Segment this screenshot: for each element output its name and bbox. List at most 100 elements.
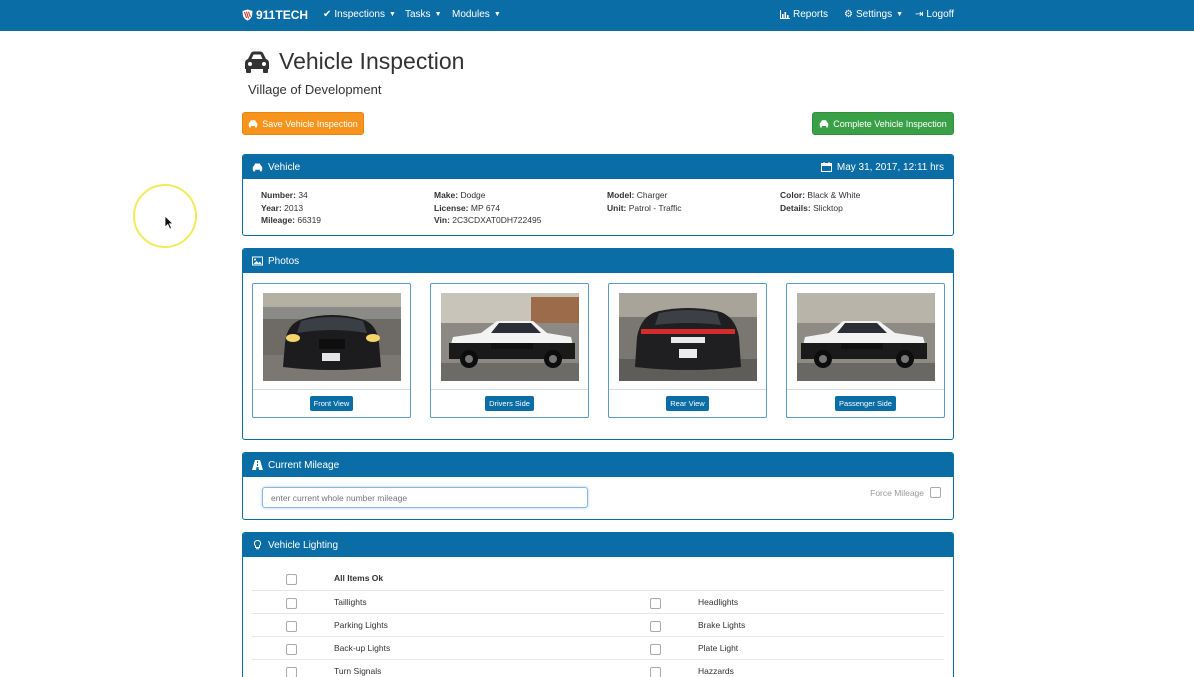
color-value: Black & White: [807, 190, 861, 200]
make-value: Dodge: [460, 190, 486, 200]
vehicle-panel: Vehicle May 31, 2017, 12:11 hrs Number: …: [242, 154, 954, 236]
back-up-lights-checkbox[interactable]: [286, 644, 297, 655]
inspection-date: May 31, 2017, 12:11 hrs: [820, 162, 944, 173]
model-label: Model:: [607, 190, 635, 200]
details-label: Details:: [780, 202, 811, 213]
vehicle-info-col-1: Number: 34 Year: 2013 Mileage: 66319: [261, 189, 321, 227]
photo-card-rear: Rear View: [608, 283, 767, 418]
page-title-text: Vehicle Inspection: [279, 48, 465, 74]
caret-down-icon: ▼: [493, 11, 501, 18]
drivers-side-photo[interactable]: [441, 293, 579, 381]
caret-down-icon: ▼: [434, 11, 442, 18]
plate-light-checkbox[interactable]: [650, 644, 661, 655]
save-inspection-label: Save Vehicle Inspection: [262, 118, 358, 129]
vin-value: 2C3CDXAT0DH722495: [452, 215, 542, 225]
front-view-button[interactable]: Front View: [309, 396, 354, 411]
hazzards-checkbox[interactable]: [650, 667, 661, 677]
unit-label: Unit:: [607, 202, 627, 213]
nav-reports[interactable]: Reports: [780, 9, 828, 20]
passenger-side-photo[interactable]: [797, 293, 935, 381]
nav-settings-label: Settings: [855, 9, 893, 20]
lightbulb-icon: [253, 540, 262, 550]
vin-label: Vin:: [434, 215, 450, 225]
vehicle-lighting-panel: Vehicle Lighting All Items Ok Taillights…: [242, 532, 954, 677]
nav-modules[interactable]: Modules ▼: [452, 9, 501, 20]
all-items-ok-checkbox[interactable]: [286, 574, 297, 585]
nav-tasks-label: Tasks: [405, 9, 431, 20]
car-icon: [819, 120, 829, 128]
car-icon: [252, 163, 263, 172]
bar-chart-icon: [780, 10, 790, 19]
check-icon: ✔: [323, 9, 332, 20]
lighting-panel-header: Vehicle Lighting: [243, 533, 953, 557]
force-mileage-checkbox[interactable]: [930, 487, 941, 498]
make-label: Make:: [434, 190, 459, 200]
number-label: Number:: [261, 190, 296, 200]
headlights-checkbox[interactable]: [650, 598, 661, 609]
back-up-lights-label: Back-up Lights: [334, 643, 391, 653]
details-value: Slicktop: [813, 202, 843, 213]
brand-logo[interactable]: 911TECH: [242, 8, 308, 22]
mileage-panel: Current Mileage Force Mileage: [242, 452, 954, 520]
nav-tasks[interactable]: Tasks ▼: [405, 9, 442, 20]
model-value: Charger: [636, 190, 668, 200]
photos-heading: Photos: [268, 255, 300, 267]
year-label: Year:: [261, 202, 282, 213]
photo-card-drivers-side: Drivers Side: [430, 283, 589, 418]
nav-logoff[interactable]: ⇥ Logoff: [915, 9, 954, 20]
lighting-row: Back-up Lights Plate Light: [252, 636, 944, 659]
turn-signals-checkbox[interactable]: [286, 667, 297, 677]
rear-view-button[interactable]: Rear View: [666, 396, 709, 411]
lighting-row: Parking Lights Brake Lights: [252, 613, 944, 636]
lighting-heading: Vehicle Lighting: [268, 539, 339, 551]
unit-value: Patrol - Traffic: [628, 202, 682, 213]
license-value: MP 674: [470, 202, 501, 213]
mouse-pointer-icon: [164, 215, 174, 230]
lighting-row-all-ok: All Items Ok: [252, 567, 944, 590]
turn-signals-label: Turn Signals: [334, 666, 382, 676]
brake-lights-checkbox[interactable]: [650, 621, 661, 632]
photo-card-footer: Rear View: [609, 389, 766, 417]
passenger-side-button[interactable]: Passenger Side: [835, 396, 896, 411]
save-inspection-button[interactable]: Save Vehicle Inspection: [242, 112, 364, 135]
nav-logoff-label: Logoff: [926, 9, 955, 20]
front-view-photo[interactable]: [263, 293, 401, 381]
lighting-row: Turn Signals Hazzards: [252, 659, 944, 677]
number-value: 34: [298, 190, 308, 200]
nav-inspections[interactable]: ✔ Inspections ▼: [323, 9, 396, 20]
lighting-row: Taillights Headlights: [252, 590, 944, 613]
color-label: Color:: [780, 190, 806, 200]
top-navbar: 911TECH ✔ Inspections ▼ Tasks ▼ Modules …: [0, 0, 1194, 31]
car-icon: [248, 120, 258, 128]
parking-lights-label: Parking Lights: [334, 620, 388, 630]
caret-down-icon: ▼: [896, 11, 904, 18]
brand-name: 911TECH: [256, 8, 309, 22]
photos-panel-header: Photos: [243, 249, 953, 273]
sign-out-icon: ⇥: [915, 9, 924, 20]
taillights-checkbox[interactable]: [286, 598, 297, 609]
image-icon: [252, 256, 263, 266]
rear-view-photo[interactable]: [619, 293, 757, 381]
current-mileage-input[interactable]: [262, 487, 588, 508]
drivers-side-button[interactable]: Drivers Side: [485, 396, 534, 411]
caret-down-icon: ▼: [388, 11, 396, 18]
vehicle-info-col-4: Color: Black & White Details: Slicktop: [780, 189, 860, 214]
complete-inspection-label: Complete Vehicle Inspection: [833, 118, 947, 129]
parking-lights-checkbox[interactable]: [286, 621, 297, 632]
photo-card-passenger-side: Passenger Side: [786, 283, 945, 418]
vehicle-info-col-2: Make: Dodge License: MP 674 Vin: 2C3CDXA…: [434, 189, 541, 227]
taillights-label: Taillights: [334, 597, 367, 607]
car-icon: [245, 51, 269, 73]
photo-card-footer: Front View: [253, 389, 410, 417]
brake-lights-label: Brake Lights: [698, 620, 746, 630]
nav-settings[interactable]: ⚙ Settings ▼: [844, 9, 903, 20]
nav-inspections-label: Inspections: [334, 9, 385, 20]
license-label: License:: [434, 202, 469, 213]
mileage-label: Mileage:: [261, 215, 296, 225]
calendar-icon: [820, 162, 832, 172]
photo-card-footer: Passenger Side: [787, 389, 944, 417]
complete-inspection-button[interactable]: Complete Vehicle Inspection: [812, 112, 954, 135]
nav-modules-label: Modules: [452, 9, 490, 20]
road-icon: [252, 460, 263, 470]
page-title: Vehicle Inspection: [243, 48, 464, 75]
